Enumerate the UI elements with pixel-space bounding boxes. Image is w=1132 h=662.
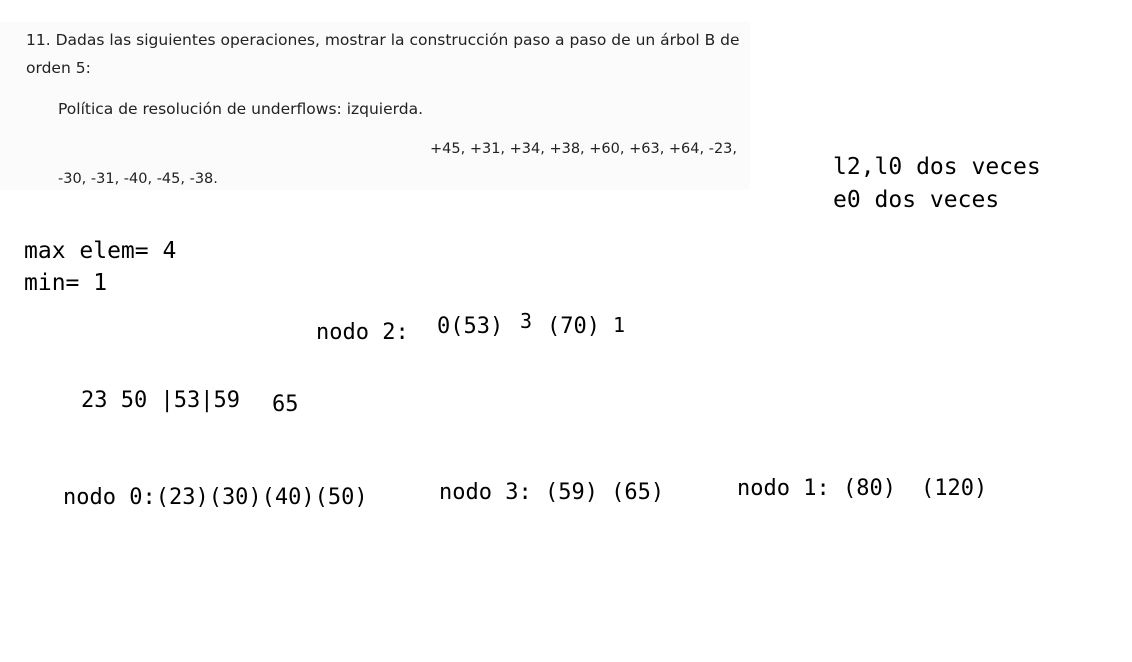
node2-keys: 0(53)	[437, 314, 504, 339]
node1-key-120: (120)	[921, 476, 988, 501]
underflow-policy: Política de resolución de underflows: iz…	[58, 100, 423, 118]
exercise-title-line1: 11. Dadas las siguientes operaciones, mo…	[26, 31, 740, 49]
node1-description: nodo 1: (80)	[737, 476, 896, 501]
note-e0: e0 dos veces	[833, 187, 1000, 213]
node2-pointer-3: 3	[520, 309, 533, 333]
operations-line1: +45, +31, +34, +38, +60, +63, +64, -23,	[430, 141, 738, 157]
node0-description: nodo 0:(23)(30)(40)(50)	[63, 485, 368, 510]
node2-key-70: (70)	[547, 314, 600, 339]
node2-label: nodo 2:	[316, 320, 409, 345]
operations-line2: -30, -31, -40, -45, -38.	[58, 171, 218, 187]
node3-description: nodo 3: (59) (65)	[439, 480, 665, 505]
note-l2-l0: l2,l0 dos veces	[833, 154, 1041, 180]
note-max-elem: max elem= 4	[24, 238, 177, 264]
scratch-key-65: 65	[272, 392, 299, 417]
exercise-title-line2: orden 5:	[26, 59, 91, 77]
node2-pointer-1: 1	[613, 313, 626, 337]
scratch-keys: 23 50 |53|59	[81, 388, 240, 413]
note-min: min= 1	[24, 270, 108, 296]
